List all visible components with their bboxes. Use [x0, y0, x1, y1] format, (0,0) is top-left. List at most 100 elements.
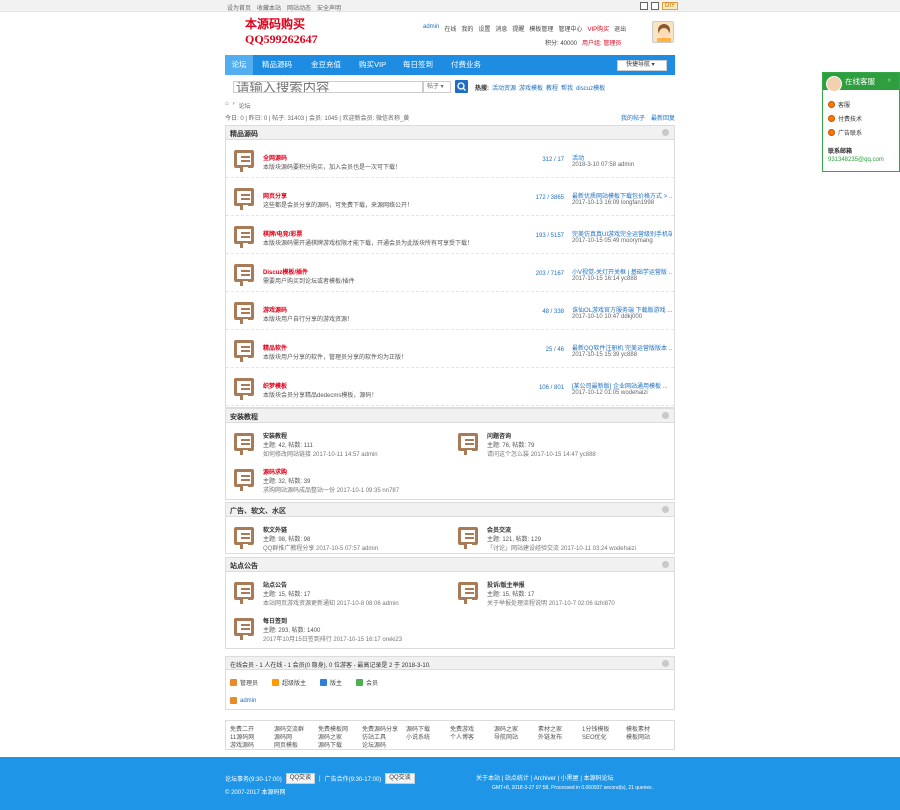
top-link-news[interactable]: 网站动态 [287, 3, 311, 12]
friend-link[interactable]: 论坛源码 [362, 740, 386, 749]
avatar[interactable] [652, 21, 674, 43]
collapse-icon[interactable] [662, 561, 669, 568]
hot-item[interactable]: discuz模板 [576, 83, 605, 92]
forum-cell[interactable]: 安装教程 主题: 42, 帖数: 111 如何修改网站链接 2017-10-11… [226, 423, 450, 461]
last-post-link[interactable]: [某公司最新版] 企业网站通用模板 ... [572, 381, 672, 390]
admin-center-link[interactable]: 管理中心 [558, 24, 582, 33]
collapse-icon[interactable] [662, 412, 669, 419]
nav-forum[interactable]: 论坛 [225, 55, 253, 75]
quick-nav-button[interactable]: 快捷导航 ▾ [617, 60, 667, 71]
window-icon[interactable] [640, 2, 648, 10]
forum-name[interactable]: 棋牌/电竞/彩票 [263, 229, 302, 238]
hot-item[interactable]: 帮我 [561, 83, 573, 92]
forum-row[interactable]: 织梦模板 本版块会员分享精品dedecms模板，源码！ 106 / 801 [某公司最… [226, 368, 674, 406]
top-link-favorite[interactable]: 收藏本站 [257, 3, 281, 12]
service-item[interactable]: 付费技术 [828, 114, 862, 123]
last-post-link[interactable]: 活动 [572, 153, 672, 162]
forum-name[interactable]: 织梦模板 [263, 381, 287, 390]
collapse-icon[interactable] [662, 129, 669, 136]
nav-signin[interactable]: 每日签到 [403, 55, 433, 75]
hot-item[interactable]: 游戏模板 [519, 83, 543, 92]
last-post-link[interactable]: 完美仿真真UI游戏完全运营级别手机端 带 ... [572, 229, 672, 238]
home-icon[interactable]: ⌂ [225, 101, 229, 110]
forum-name[interactable]: 全网源码 [263, 153, 287, 162]
remind-link[interactable]: 提醒 [512, 24, 524, 33]
forum-cell[interactable]: 问题咨询 主题: 76, 帖数: 79 请问这个怎么装 2017-10-15 1… [450, 423, 674, 461]
friend-link[interactable]: 小说系统 [406, 732, 430, 741]
points[interactable]: 积分: 40000 [545, 38, 577, 47]
category-title[interactable]: 精品源码 [230, 129, 258, 139]
forum-cell[interactable]: 每日签到 主题: 293, 帖数: 1400 2017年10月15日签到排行 2… [226, 610, 450, 648]
online-status[interactable]: 在线 [444, 24, 456, 33]
hot-item[interactable]: 教程 [546, 83, 558, 92]
friend-link[interactable]: SEO优化 [582, 732, 607, 741]
search-type-select[interactable]: 帖子 ▾ [423, 81, 451, 93]
top-link-homepage[interactable]: 设为首页 [227, 3, 251, 12]
forum-cell[interactable]: 软文外链 主题: 98, 帖数: 98 QQ群推广教程分享 2017-10-5 … [226, 517, 450, 553]
service-email[interactable]: 931348235@qq.com [828, 157, 884, 163]
last-post-meta: 2017-10-15 05:49 moorymang [572, 238, 653, 244]
category-title[interactable]: 广告、软文、水区 [230, 506, 286, 516]
breadcrumb-forum[interactable]: 论坛 [239, 101, 251, 110]
friend-link[interactable]: 导航网站 [494, 732, 518, 741]
my-menu[interactable]: 我的 [461, 24, 473, 33]
category-title[interactable]: 安装教程 [230, 412, 258, 422]
forum-row[interactable]: 棋牌/电竞/彩票 本版块源码需开通棋牌游戏权限才能下载，开通会员为此版块所有可享受… [226, 216, 674, 254]
forum-name[interactable]: 精品软件 [263, 343, 287, 352]
forum-name[interactable]: Discuz模板/插件 [263, 267, 308, 276]
my-posts-link[interactable]: 我的帖子 [621, 113, 645, 122]
forum-row[interactable]: 全网源码 本版块源码要积分购买，加入会员也是一次可下载！ 312 / 17 活动 201… [226, 140, 674, 178]
friend-link[interactable]: 源码下载 [318, 740, 342, 749]
nav-source[interactable]: 精品源码 [262, 55, 292, 75]
nav-paid[interactable]: 付费业务 [451, 55, 481, 75]
forum-name[interactable]: 网页分享 [263, 191, 287, 200]
search-button[interactable] [455, 80, 468, 93]
friend-link[interactable]: 网页模板 [274, 740, 298, 749]
last-post-link[interactable]: 小V视觉-关灯开关框 | 基础学运营版 ... [572, 267, 672, 276]
user-name[interactable]: admin [423, 24, 439, 33]
collapse-icon[interactable] [662, 660, 669, 667]
last-post-link[interactable]: 最新QQ软件注册机 完美运营版版本 ... [572, 343, 672, 352]
forum-cell[interactable]: 会员交流 主题: 121, 帖数: 129 「讨论」网站建设经验交流 2017-… [450, 517, 674, 553]
settings-link[interactable]: 设置 [478, 24, 490, 33]
forum-row[interactable]: 游戏源码 本版块用户自行分享的游戏资源！ 48 / 338 诛仙OL游戏官方服务端 下… [226, 292, 674, 330]
last-post-link[interactable]: 最新优质网站模板下载包价格方式 > ... [572, 191, 672, 200]
collapse-icon[interactable] [662, 506, 669, 513]
category-title[interactable]: 站点公告 [230, 561, 258, 571]
layout-icon[interactable] [651, 2, 659, 10]
qq-chat-button[interactable]: QQ交谈 [285, 773, 316, 784]
nav-recharge[interactable]: 金豆充值 [311, 55, 341, 75]
last-post-link[interactable]: 诛仙OL游戏官方服务端 下载版游戏 ... [572, 305, 672, 314]
diy-button[interactable]: DIY [662, 2, 679, 10]
hot-item[interactable]: 活动资源 [492, 83, 516, 92]
service-item[interactable]: 广告联系 [828, 128, 862, 137]
forum-cell[interactable]: 源码求购 主题: 32, 帖数: 39 求购网站源码成品整站一份 2017-10… [226, 461, 450, 499]
exit-link[interactable]: 退出 [614, 24, 626, 33]
forum-row[interactable]: 精品软件 本版块用户分享的软件，管理员分享的软件均为正版！ 25 / 46 最新QQ软… [226, 330, 674, 368]
friend-link[interactable]: 个人博客 [450, 732, 474, 741]
latest-replies-link[interactable]: 最新回复 [651, 113, 675, 122]
online-user[interactable]: admin [230, 697, 256, 704]
top-link-security[interactable]: 安全声明 [317, 3, 341, 12]
site-logo[interactable]: 本源码购买 QQ599262647 [245, 17, 318, 47]
qq-chat-button[interactable]: QQ交谈 [385, 773, 415, 784]
friend-link[interactable]: 外链发布 [538, 732, 562, 741]
footer-links[interactable]: 关于本站 | 站点统计 | Archiver | 小黑屋 | 本源码论坛 [476, 773, 614, 782]
forum-cell[interactable]: 投诉/版主举报 主题: 15, 帖数: 17 关于举报处理流程说明 2017-1… [450, 572, 674, 610]
search-input[interactable] [233, 81, 423, 93]
forum-cell[interactable]: 站点公告 主题: 15, 帖数: 17 本站网页游戏资源更新通知 2017-10… [226, 572, 450, 610]
nav-vip[interactable]: 购买VIP [359, 55, 386, 75]
user-group[interactable]: 用户组: 管理员 [582, 38, 621, 47]
friend-link[interactable]: 模板网站 [626, 732, 650, 741]
friend-link[interactable]: 游戏源码 [230, 740, 254, 749]
message-link[interactable]: 消息 [495, 24, 507, 33]
close-icon[interactable]: › [888, 77, 896, 85]
forum-row[interactable]: Discuz模板/插件 需要用户购买到论坛或者模板/插件 203 / 7167 小V视… [226, 254, 674, 292]
service-item[interactable]: 客服 [828, 100, 850, 109]
forum-name[interactable]: 游戏源码 [263, 305, 287, 314]
forum-row[interactable]: 网页分享 这些都是会员分享的源码，可免费下载，来源网络公开！ 172 / 3865 最… [226, 178, 674, 216]
template-link[interactable]: 模板管理 [529, 24, 553, 33]
qq-icon [828, 129, 835, 136]
vip-link[interactable]: VIP购买 [587, 24, 609, 33]
friend-links: 免费二开 源码交流群 免费模板网 免费源码分享 源码下载 免费游戏 源码之家 素材之家 1分钱模… [225, 720, 675, 750]
